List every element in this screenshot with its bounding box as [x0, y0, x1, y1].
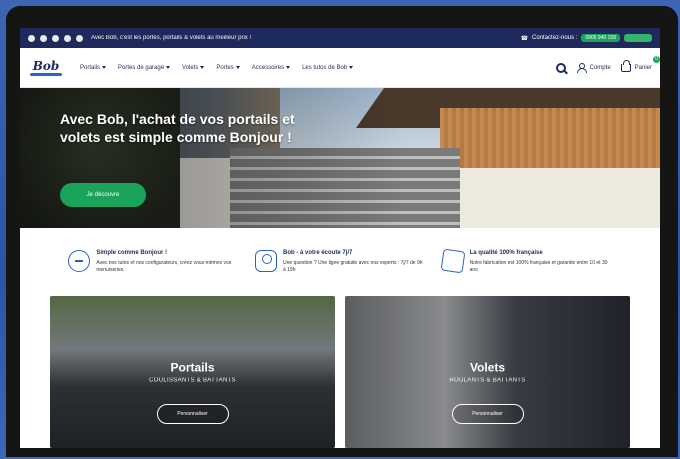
cart-count-badge: 0 — [653, 55, 660, 63]
contact-block: ☎ Contactez-nous : 0805 940 158 — [521, 34, 652, 42]
nav-actions: Compte 0 Panier — [555, 55, 660, 73]
feature-desc: Notre fabrication est 100% française et … — [469, 260, 608, 273]
feature-support: Bob - à votre écoute 7j/7 Une question ?… — [254, 250, 425, 274]
feature-quality: La qualité 100% française Notre fabricat… — [440, 248, 612, 274]
feature-desc: Une question ? Une ligne gratuite avec n… — [282, 260, 423, 273]
feature-title: Bob - à votre écoute 7j/7 — [282, 250, 353, 256]
hero-banner: Avec Bob, l'achat de vos portails et vol… — [20, 88, 660, 228]
nav-label: Volets — [182, 64, 199, 71]
green-badge — [624, 34, 652, 42]
chevron-down-icon — [102, 66, 107, 69]
category-cards: Portails COULISSANTS & BATTANTS Personna… — [20, 296, 660, 448]
nav-label: Portails — [80, 64, 101, 71]
website-screen: Avec Bob, c'est les portes, portails & v… — [20, 28, 660, 448]
card-caption: Volets ROULANTS & BATTANTS — [345, 361, 630, 384]
hero-shade — [20, 88, 660, 228]
logo-underline — [30, 72, 62, 76]
chevron-down-icon — [200, 66, 205, 69]
card-caption: Portails COULISSANTS & BATTANTS — [50, 361, 335, 384]
main-navigation: Bob Portails Portes de garage Volets Por… — [20, 48, 660, 88]
feature-simple: Simple comme Bonjour ! Avec nos tutos et… — [68, 250, 238, 274]
nav-item-accessoires[interactable]: Accessoires — [251, 64, 291, 71]
feature-title: Simple comme Bonjour ! — [96, 250, 168, 256]
card-subtitle: ROULANTS & BATTANTS — [449, 377, 526, 384]
card-title: Portails — [170, 360, 215, 375]
youtube-icon[interactable] — [52, 34, 59, 42]
chevron-down-icon — [235, 66, 240, 69]
card-volets[interactable]: Volets ROULANTS & BATTANTS Personnaliser — [345, 296, 630, 448]
account-link[interactable]: Compte — [576, 62, 611, 73]
headset-icon — [254, 250, 277, 272]
card-subtitle: COULISSANTS & BATTANTS — [149, 377, 236, 384]
personnaliser-button[interactable]: Personnaliser — [156, 404, 229, 424]
hero-headline: Avec Bob, l'achat de vos portails et vol… — [60, 111, 295, 145]
phone-icon: ☎ — [520, 35, 529, 42]
cart-link[interactable]: 0 Panier — [620, 55, 660, 72]
nav-label: Accessoires — [251, 64, 285, 71]
card-title: Volets — [469, 360, 506, 375]
logo-text: Bob — [32, 58, 60, 73]
nav-label: Portes — [216, 64, 234, 71]
thumbs-up-icon — [68, 250, 91, 272]
nav-item-portes[interactable]: Portes — [216, 64, 240, 71]
chevron-down-icon — [166, 66, 171, 69]
nav-label: Les tutos de Bob — [302, 64, 348, 71]
nav-label: Portes de garage — [118, 64, 165, 71]
phone-number[interactable]: 0805 940 158 — [581, 34, 620, 42]
top-message: Avec Bob, c'est les portes, portails & v… — [91, 35, 252, 41]
user-icon — [576, 62, 587, 73]
features-row: Simple comme Bonjour ! Avec nos tutos et… — [20, 228, 660, 296]
top-bar: Avec Bob, c'est les portes, portails & v… — [20, 28, 660, 48]
chevron-down-icon — [286, 66, 291, 69]
france-map-icon — [440, 248, 466, 274]
nav-item-portails[interactable]: Portails — [80, 64, 107, 71]
feature-desc: Avec nos tutos et nos configurateurs, cr… — [96, 260, 232, 273]
instagram-icon[interactable] — [40, 34, 47, 42]
facebook-icon[interactable] — [28, 34, 35, 42]
account-label: Compte — [589, 64, 611, 71]
chevron-down-icon — [349, 66, 354, 69]
contact-label: Contactez-nous : — [532, 35, 578, 41]
nav-item-tutos[interactable]: Les tutos de Bob — [302, 64, 354, 71]
discover-button[interactable]: Je découvre — [60, 183, 146, 207]
logo[interactable]: Bob — [28, 56, 64, 80]
social-links — [28, 34, 83, 42]
nav-item-volets[interactable]: Volets — [182, 64, 205, 71]
twitter-icon[interactable] — [64, 34, 71, 42]
nav-menu: Portails Portes de garage Volets Portes … — [80, 65, 556, 71]
pinterest-icon[interactable] — [76, 34, 83, 42]
nav-item-portes-de-garage[interactable]: Portes de garage — [118, 64, 171, 71]
cart-icon — [620, 59, 631, 72]
personnaliser-button[interactable]: Personnaliser — [451, 404, 524, 424]
cart-label: Panier — [634, 64, 652, 71]
feature-title: La qualité 100% française — [469, 250, 543, 256]
search-icon[interactable] — [555, 62, 566, 73]
card-portails[interactable]: Portails COULISSANTS & BATTANTS Personna… — [50, 296, 335, 448]
